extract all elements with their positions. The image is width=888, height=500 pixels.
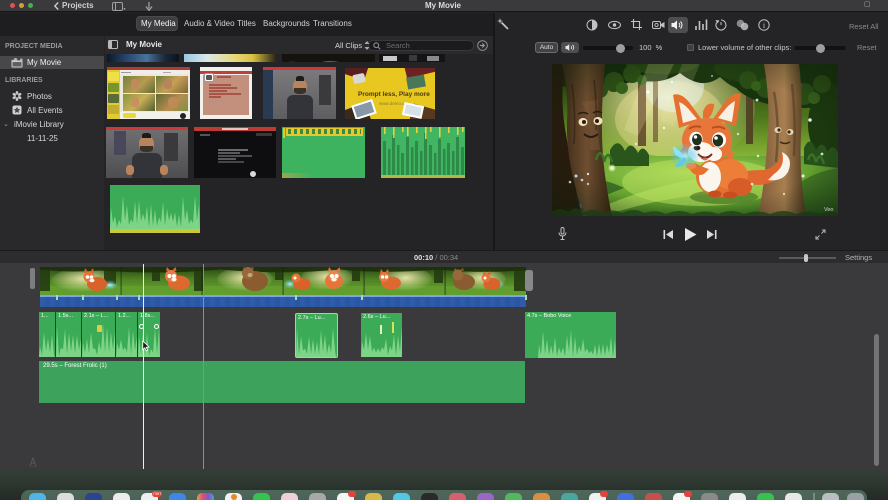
svg-text:i: i bbox=[763, 21, 766, 30]
svg-text:Veo: Veo bbox=[824, 207, 833, 213]
